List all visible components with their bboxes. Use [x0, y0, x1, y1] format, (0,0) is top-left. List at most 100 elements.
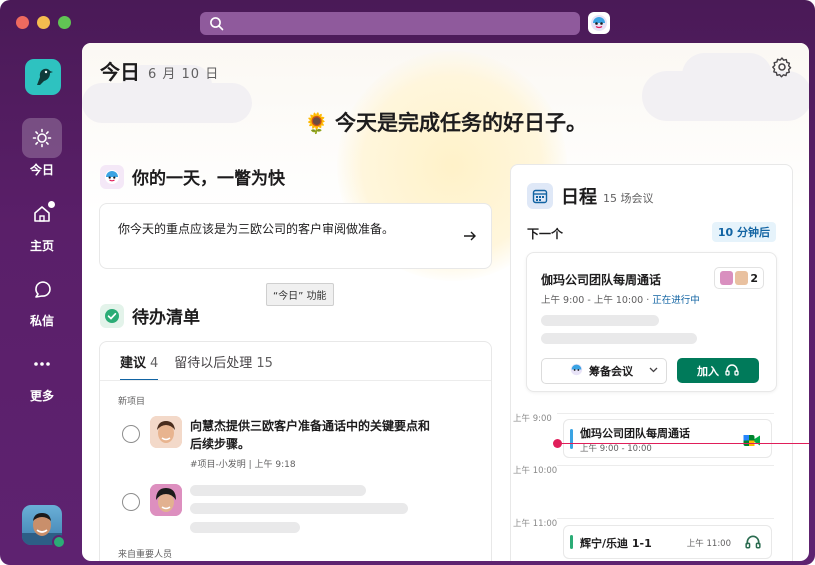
- feature-tooltip: “今日” 功能: [266, 283, 334, 306]
- loading-placeholder: [190, 503, 408, 514]
- todo-card: 建议 4 留待以后处理 15 新项目 向慧杰提供三欧客户准备通话中的关键要点和后续步…: [99, 341, 492, 561]
- tab-later[interactable]: 留待以后处理 15: [174, 352, 273, 381]
- prep-meeting-label: 筹备会议: [589, 365, 633, 378]
- calendar-icon: [527, 183, 553, 209]
- group-label-new: 新项目: [118, 397, 146, 407]
- loading-placeholder: [190, 485, 366, 496]
- tab-label: 建议: [120, 356, 147, 371]
- loading-placeholder: [541, 315, 659, 326]
- summary-text: 你今天的重点应该是为三欧公司的客户审阅做准备。: [118, 222, 395, 236]
- app-window: 今日 主页 私信 更多 今日 6 月 10 日 🌻 今天是完成任务的好日子。 你…: [0, 0, 815, 565]
- sun-icon: [32, 128, 52, 148]
- chevron-down-icon: [649, 366, 658, 376]
- prep-meeting-dropdown[interactable]: 筹备会议: [541, 358, 667, 384]
- sidebar-item-dms[interactable]: 私信: [18, 269, 66, 329]
- minimize-window-button[interactable]: [37, 16, 50, 29]
- tab-count: 15: [256, 356, 273, 371]
- unread-badge: [47, 200, 56, 209]
- more-icon: [34, 362, 50, 366]
- event-color-bar: [570, 535, 573, 549]
- meeting-time: 上午 9:00 - 上午 10:00 · 正在进行中: [541, 292, 700, 306]
- today-panel: 今日 6 月 10 日 🌻 今天是完成任务的好日子。 你的一天，一瞥为快 你今天的…: [82, 43, 809, 561]
- meeting-status: 正在进行中: [652, 295, 700, 306]
- event-time: 上午 11:00: [686, 539, 731, 549]
- hero-text: 今天是完成任务的好日子。: [334, 111, 587, 135]
- tab-count: 4: [150, 356, 159, 371]
- tabs-divider: [100, 380, 491, 381]
- hero-message: 🌻 今天是完成任务的好日子。: [82, 107, 809, 137]
- event-title: 伽玛公司团队每周通话: [580, 427, 690, 440]
- sidebar-item-home[interactable]: 主页: [18, 194, 66, 254]
- calendar-event[interactable]: 辉宁/乐迪 1-1 上午 11:00: [563, 525, 772, 559]
- settings-button[interactable]: [771, 56, 793, 82]
- task-checkbox[interactable]: [122, 425, 140, 443]
- schedule-heading: 日程 15 场会议: [527, 183, 654, 209]
- group-label-important: 来自重要人员: [118, 550, 173, 560]
- schedule-card: 日程 15 场会议 下一个 10 分钟后 伽玛公司团队每周通话 上午 9:00 …: [510, 164, 793, 561]
- sidebar-item-more[interactable]: 更多: [18, 344, 66, 404]
- presence-indicator: [52, 535, 66, 549]
- hour-divider: [557, 518, 774, 519]
- next-label: 下一个: [527, 227, 564, 241]
- summary-heading-text: 你的一天，一瞥为快: [132, 169, 285, 189]
- next-meeting-card[interactable]: 伽玛公司团队每周通话 上午 9:00 - 上午 10:00 · 正在进行中 2 …: [526, 252, 777, 392]
- sidebar-item-label: 私信: [29, 314, 54, 328]
- tab-suggestions[interactable]: 建议 4: [120, 352, 159, 381]
- schedule-title: 日程: [561, 187, 597, 208]
- current-time-dot: [553, 439, 562, 448]
- summary-card[interactable]: 你今天的重点应该是为三欧公司的客户审阅做准备。: [99, 203, 492, 269]
- bird-logo-icon: [37, 68, 53, 85]
- page-title: 今日: [100, 60, 140, 84]
- tab-label: 留待以后处理: [174, 356, 253, 371]
- ai-assistant-icon: [570, 363, 583, 379]
- hour-divider: [557, 465, 774, 466]
- meeting-time-range: 上午 9:00 - 上午 10:00 ·: [541, 295, 653, 306]
- hour-divider: [557, 413, 774, 414]
- hour-label: 上午 10:00: [513, 466, 558, 476]
- assignee-avatar: [150, 484, 182, 516]
- workspace-logo[interactable]: [25, 59, 61, 95]
- loading-placeholder: [541, 333, 697, 344]
- participants-button[interactable]: 2: [714, 267, 764, 289]
- assignee-avatar: [150, 416, 182, 448]
- meet-video-icon: [743, 432, 761, 451]
- todo-tabs: 建议 4 留待以后处理 15: [120, 352, 273, 381]
- zoom-window-button[interactable]: [58, 16, 71, 29]
- participant-avatar: [735, 271, 749, 285]
- next-time-badge: 10 分钟后: [711, 222, 776, 242]
- task-meta: #项目-小发明 | 上午 9:18: [190, 460, 296, 470]
- search-bar[interactable]: [200, 12, 580, 35]
- meeting-count: 15 场会议: [603, 192, 654, 205]
- summary-heading: 你的一天，一瞥为快: [100, 164, 285, 189]
- sunflower-icon: 🌻: [304, 111, 329, 135]
- event-color-bar: [570, 429, 573, 449]
- sidebar-item-label: 更多: [29, 389, 54, 403]
- task-checkbox[interactable]: [122, 493, 140, 511]
- headphones-icon: [725, 363, 739, 379]
- check-circle-icon: [100, 303, 124, 328]
- todo-heading: 待办清单: [100, 303, 200, 328]
- ai-assistant-button[interactable]: [588, 12, 610, 34]
- dm-icon: [35, 281, 51, 298]
- task-title[interactable]: 向慧杰提供三欧客户准备通话中的关键要点和后续步骤。: [190, 417, 440, 453]
- ai-assistant-icon: [591, 15, 607, 31]
- calendar-event[interactable]: 伽玛公司团队每周通话 上午 9:00 - 10:00: [563, 419, 772, 458]
- hour-label: 上午 11:00: [513, 519, 558, 529]
- headphones-icon: [745, 534, 761, 553]
- event-title: 辉宁/乐迪 1-1: [580, 537, 652, 550]
- join-meeting-button[interactable]: 加入: [677, 358, 759, 383]
- participant-count: 2: [750, 271, 758, 285]
- cloud-decoration: [682, 53, 772, 98]
- ai-summary-icon: [100, 164, 124, 189]
- meeting-title: 伽玛公司团队每周通话: [541, 273, 662, 287]
- current-time-line: [558, 443, 809, 444]
- arrow-right-icon: [463, 230, 477, 246]
- todo-heading-text: 待办清单: [132, 308, 200, 328]
- join-label: 加入: [697, 364, 719, 378]
- page-date: 6 月 10 日: [148, 67, 220, 82]
- close-window-button[interactable]: [16, 16, 29, 29]
- sidebar-item-today[interactable]: 今日: [18, 118, 66, 178]
- gear-icon: [772, 57, 792, 78]
- sidebar-item-label: 今日: [29, 163, 54, 177]
- hour-label: 上午 9:00: [513, 414, 552, 424]
